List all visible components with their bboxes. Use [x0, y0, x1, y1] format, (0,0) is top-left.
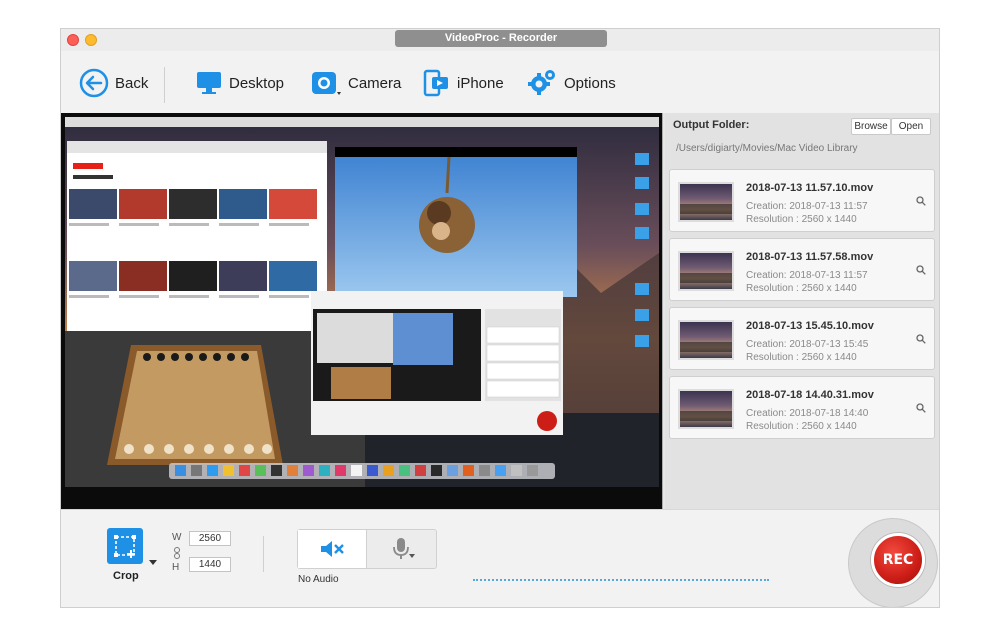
audio-level-meter [473, 579, 769, 581]
file-name: 2018-07-13 11.57.58.mov [746, 251, 874, 263]
iphone-label: iPhone [457, 74, 504, 92]
open-button[interactable]: Open [891, 118, 931, 135]
video-thumbnail [678, 320, 734, 360]
minimize-window-button[interactable] [85, 34, 97, 46]
magnifier-icon[interactable] [916, 403, 926, 413]
main-area: Output Folder: Browse Open /Users/digiar… [61, 113, 939, 509]
microphone-toggle[interactable] [368, 530, 437, 568]
microphone-icon [392, 538, 415, 559]
toolbar: Back Desktop Camera iPhone Options [61, 51, 939, 113]
audio-selector [297, 529, 437, 569]
video-thumbnail [678, 251, 734, 291]
options-icon [528, 70, 555, 95]
height-label: H [172, 562, 180, 573]
link-icon[interactable] [173, 547, 181, 559]
no-audio-label: No Audio [298, 574, 339, 585]
screen-preview [61, 113, 663, 509]
speaker-mute-icon [321, 541, 344, 557]
crop-icon [114, 535, 136, 558]
desktop-icon [197, 72, 221, 94]
file-name: 2018-07-18 14.40.31.mov [746, 389, 874, 401]
toolbar-divider [164, 67, 165, 103]
rec-button[interactable]: REC [871, 533, 925, 587]
browse-button[interactable]: Browse [851, 118, 891, 135]
rec-label: REC [882, 552, 914, 568]
bottom-bar: Crop W H 2560 1440 No Audio REC [61, 509, 939, 607]
file-item[interactable]: 2018-07-13 11.57.58.mov Creation: 2018-0… [669, 238, 935, 301]
file-name: 2018-07-13 15.45.10.mov [746, 320, 874, 332]
camera-icon [312, 72, 341, 95]
output-sidebar: Output Folder: Browse Open /Users/digiar… [665, 113, 939, 509]
file-item[interactable]: 2018-07-13 15.45.10.mov Creation: 2018-0… [669, 307, 935, 370]
back-button[interactable]: Back [79, 65, 148, 101]
file-creation: Creation: 2018-07-13 11:57 [746, 201, 868, 212]
iphone-button[interactable]: iPhone [421, 65, 504, 101]
file-creation: Creation: 2018-07-13 15:45 [746, 339, 869, 350]
options-label: Options [564, 74, 616, 92]
magnifier-icon[interactable] [916, 334, 926, 344]
system-audio-toggle[interactable] [298, 530, 367, 568]
video-thumbnail [678, 182, 734, 222]
recorder-window: VideoProc - Recorder Back Desktop Camera… [60, 28, 940, 608]
close-window-button[interactable] [67, 34, 79, 46]
screen-preview-image [61, 113, 662, 509]
file-resolution: Resolution : 2560 x 1440 [746, 352, 857, 363]
height-input[interactable]: 1440 [189, 557, 231, 572]
file-item[interactable]: 2018-07-18 14.40.31.mov Creation: 2018-0… [669, 376, 935, 439]
desktop-button[interactable]: Desktop [195, 65, 284, 101]
width-input[interactable]: 2560 [189, 531, 231, 546]
back-icon [79, 68, 109, 98]
output-path: /Users/digiarty/Movies/Mac Video Library [676, 143, 858, 154]
camera-button[interactable]: Camera [310, 65, 401, 101]
width-label: W [172, 532, 182, 543]
crop-dropdown-icon[interactable] [149, 560, 157, 566]
camera-label: Camera [348, 74, 402, 92]
file-resolution: Resolution : 2560 x 1440 [746, 421, 857, 432]
output-folder-label: Output Folder: [673, 119, 750, 131]
file-name: 2018-07-13 11.57.10.mov [746, 182, 874, 194]
file-item[interactable]: 2018-07-13 11.57.10.mov Creation: 2018-0… [669, 169, 935, 232]
title-bar: VideoProc - Recorder [61, 29, 939, 51]
video-thumbnail [678, 389, 734, 429]
window-title: VideoProc - Recorder [395, 30, 607, 47]
file-resolution: Resolution : 2560 x 1440 [746, 214, 857, 225]
file-creation: Creation: 2018-07-18 14:40 [746, 408, 869, 419]
crop-label: Crop [113, 570, 139, 582]
bottom-divider [263, 536, 264, 572]
crop-button[interactable] [107, 528, 143, 564]
magnifier-icon[interactable] [916, 265, 926, 275]
iphone-icon [423, 69, 448, 97]
options-button[interactable]: Options [526, 65, 616, 101]
desktop-label: Desktop [229, 74, 285, 92]
magnifier-icon[interactable] [916, 196, 926, 206]
file-creation: Creation: 2018-07-13 11:57 [746, 270, 868, 281]
back-label: Back [115, 74, 149, 92]
file-resolution: Resolution : 2560 x 1440 [746, 283, 857, 294]
